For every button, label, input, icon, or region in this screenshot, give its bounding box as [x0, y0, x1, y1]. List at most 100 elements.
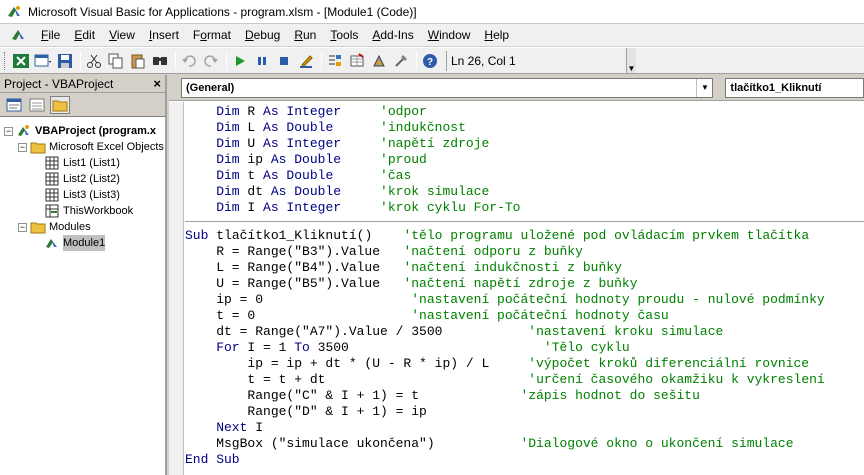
view-object-icon[interactable]	[27, 96, 47, 114]
svg-text:?: ?	[427, 57, 433, 68]
tree-node-label: List1 (List1)	[63, 157, 120, 169]
code-line: L = Range("B4").Value 'načtení indukčnos…	[185, 260, 864, 276]
menu-bar: File Edit View Insert Format Debug Run Tools Add…	[0, 24, 864, 46]
menu-run[interactable]: Run	[287, 25, 323, 45]
code-line: MsgBox ("simulace ukončena") 'Dialogové …	[185, 436, 864, 452]
code-keyword: As Integer	[263, 136, 342, 151]
save-icon[interactable]	[55, 51, 75, 71]
tree-node[interactable]: ThisWorkbook	[0, 203, 165, 219]
object-browser-icon[interactable]	[369, 51, 389, 71]
menu-debug[interactable]: Debug	[238, 25, 287, 45]
code-keyword: Dim	[185, 152, 248, 167]
tree-node[interactable]: Module1	[0, 235, 165, 251]
insert-userform-icon[interactable]	[33, 51, 53, 71]
code-text: I	[247, 200, 264, 215]
code-line: Dim R As Integer 'odpor	[185, 104, 864, 120]
redo-icon[interactable]	[201, 51, 221, 71]
code-comment: 'nastavení počáteční hodnoty času	[255, 308, 669, 323]
code-text: Range("D" & I + 1) = ip	[185, 404, 427, 419]
window-title: Microsoft Visual Basic for Applications …	[28, 4, 417, 19]
menu-help[interactable]: Help	[477, 25, 516, 45]
collapse-icon[interactable]: −	[18, 142, 27, 152]
menu-tools[interactable]: Tools	[323, 25, 365, 45]
design-mode-icon[interactable]	[296, 51, 316, 71]
code-keyword: Next	[185, 420, 256, 435]
cut-icon[interactable]	[84, 51, 104, 71]
code-keyword: To	[294, 340, 318, 355]
code-text: t	[247, 168, 264, 183]
find-icon[interactable]	[150, 51, 170, 71]
toolbar-options-button[interactable]: ▼	[626, 48, 636, 73]
code-line: For I = 1 To 3500 'Tělo cyklu	[185, 340, 864, 356]
code-comment: 'odpor	[341, 104, 427, 119]
close-icon[interactable]: ×	[153, 76, 161, 91]
code-line: Range("D" & I + 1) = ip	[185, 404, 864, 420]
code-line: U = Range("B5").Value 'načtení napětí zd…	[185, 276, 864, 292]
code-keyword: As Double	[270, 184, 342, 199]
tree-node[interactable]: List1 (List1)	[0, 155, 165, 171]
code-comment: 'zápis hodnot do sešitu	[419, 388, 700, 403]
menu-file[interactable]: File	[34, 25, 67, 45]
tree-node-label: List2 (List2)	[63, 173, 120, 185]
reset-icon[interactable]	[274, 51, 294, 71]
tree-node[interactable]: − Microsoft Excel Objects	[0, 139, 165, 155]
code-comment: 'napětí zdroje	[341, 136, 490, 151]
folder-icon	[30, 220, 46, 234]
paste-icon[interactable]	[128, 51, 148, 71]
margin-indicator-bar[interactable]	[169, 102, 184, 475]
code-keyword: End Sub	[185, 452, 240, 467]
code-line: Sub tlačítko1_Kliknutí() 'tělo programu …	[185, 228, 864, 244]
toggle-folders-icon[interactable]	[50, 95, 70, 114]
code-text: dt	[247, 184, 271, 199]
code-line: R = Range("B3").Value 'načtení odporu z …	[185, 244, 864, 260]
object-dropdown-value: (General)	[186, 81, 235, 94]
object-dropdown[interactable]: (General) ▼	[181, 77, 714, 98]
tree-node[interactable]: List2 (List2)	[0, 171, 165, 187]
tree-node[interactable]: − Modules	[0, 219, 165, 235]
undo-icon[interactable]	[179, 51, 199, 71]
code-keyword: As Integer	[263, 104, 342, 119]
code-text: 3500	[317, 340, 349, 355]
vba-module-icon[interactable]	[8, 26, 28, 44]
copy-icon[interactable]	[106, 51, 126, 71]
menu-edit[interactable]: Edit	[67, 25, 102, 45]
help-icon[interactable]: ?	[420, 51, 440, 71]
code-line: Dim ip As Double 'proud	[185, 152, 864, 168]
tree-node[interactable]: − VBAProject (program.x	[0, 123, 165, 139]
toolbar-grip[interactable]	[4, 51, 7, 70]
break-icon[interactable]	[252, 51, 272, 71]
code-line: Dim U As Integer 'napětí zdroje	[185, 136, 864, 152]
code-comment: 'krok simulace	[341, 184, 490, 199]
code-keyword: Dim	[185, 136, 248, 151]
code-comment: 'nastavení kroku simulace	[442, 324, 724, 339]
menu-insert[interactable]: Insert	[142, 25, 186, 45]
code-text: R = Range("B3").Value	[185, 244, 381, 259]
code-line: Dim t As Double 'čas	[185, 168, 864, 184]
menu-format[interactable]: Format	[186, 25, 238, 45]
code-line: Dim I As Integer 'krok cyklu For-To	[185, 200, 864, 216]
code-keyword: Dim	[185, 104, 248, 119]
project-explorer-icon[interactable]	[325, 51, 345, 71]
menu-view[interactable]: View	[102, 25, 142, 45]
menu-window[interactable]: Window	[421, 25, 478, 45]
tree-node-label: List3 (List3)	[63, 189, 120, 201]
code-text: MsgBox ("simulace ukončena")	[185, 436, 435, 451]
collapse-icon[interactable]: −	[18, 222, 27, 232]
properties-window-icon[interactable]	[347, 51, 367, 71]
code-text: L	[247, 120, 264, 135]
run-icon[interactable]	[230, 51, 250, 71]
title-bar: Microsoft Visual Basic for Applications …	[0, 0, 864, 24]
view-code-icon[interactable]	[4, 96, 24, 114]
code-comment: 'určení časového okamžiku k vykreslení	[325, 372, 825, 387]
procedure-dropdown[interactable]: tlačítko1_Kliknutí	[725, 77, 864, 98]
collapse-icon[interactable]: −	[4, 126, 13, 136]
code-editor[interactable]: Dim R As Integer 'odpor Dim L As Double …	[185, 104, 864, 475]
toolbox-icon[interactable]	[391, 51, 411, 71]
menu-add-ins[interactable]: Add-Ins	[365, 25, 420, 45]
chevron-down-icon[interactable]: ▼	[696, 78, 712, 97]
sheet-icon	[44, 156, 60, 170]
code-comment: 'indukčnost	[333, 120, 466, 135]
view-excel-icon[interactable]	[11, 51, 31, 71]
code-line: t = 0 'nastavení počáteční hodnoty času	[185, 308, 864, 324]
tree-node[interactable]: List3 (List3)	[0, 187, 165, 203]
